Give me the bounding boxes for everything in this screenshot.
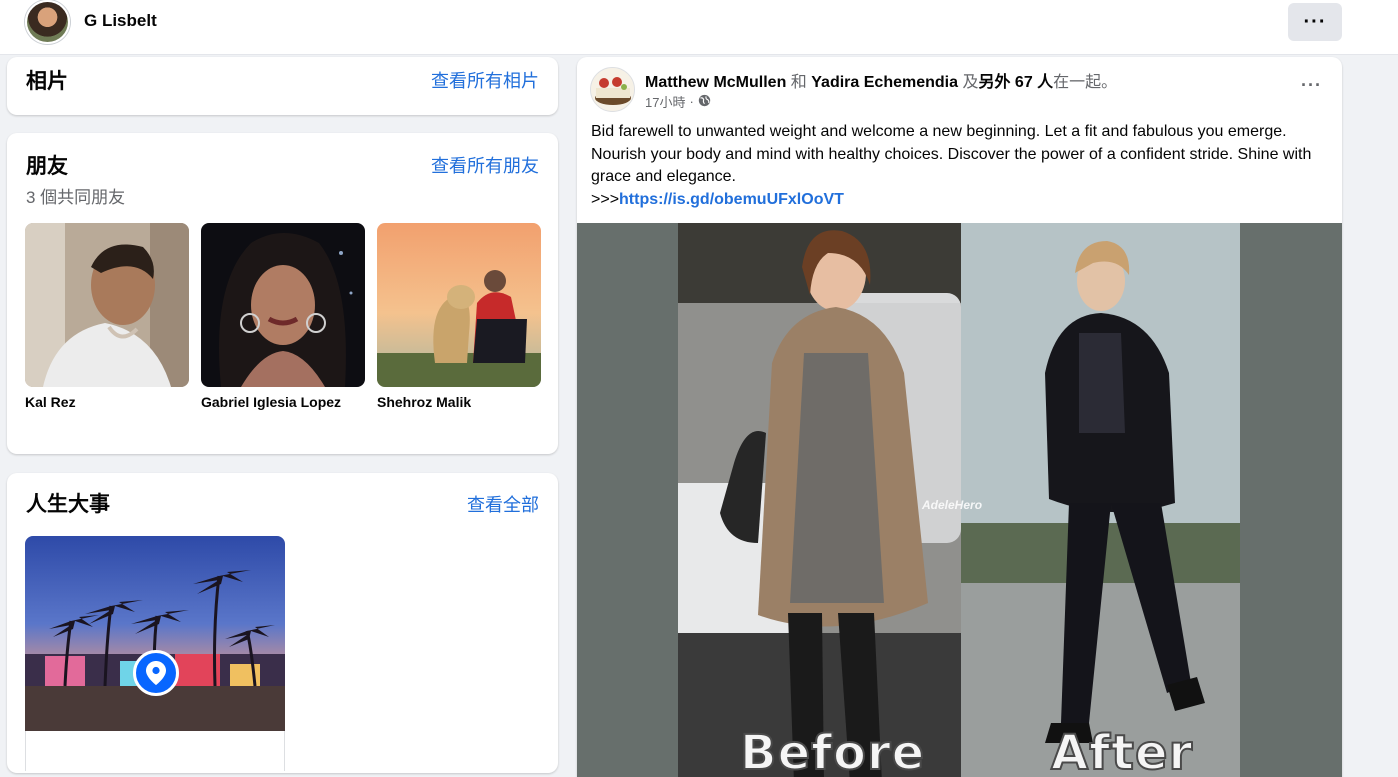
post-image[interactable]: Before After AdeleHero [577,223,1342,777]
post-link[interactable]: https://is.gd/obemuUFxlOoVT [619,191,844,208]
see-all-life-events-link[interactable]: 查看全部 [467,491,539,517]
friend-item[interactable]: Kal Rez [25,223,189,410]
friend-item[interactable]: Gabriel Iglesia Lopez [201,223,365,410]
life-events-title: 人生大事 [26,493,110,516]
post-author-name[interactable]: Matthew McMullen [645,74,786,91]
friend-photo-gabriel [201,223,365,387]
friend-name[interactable]: Shehroz Malik [377,394,541,410]
mutual-friends-count: 3 個共同朋友 [26,188,126,207]
photos-card: 相片 查看所有相片 [7,57,558,115]
profile-name[interactable]: G Lisbelt [84,11,157,31]
before-photo: Before [678,223,961,777]
link-prefix: >>> [591,190,620,208]
after-label: After [1050,724,1194,777]
globe-icon[interactable] [698,94,711,110]
friend-photo[interactable] [377,223,541,387]
location-pin-icon [133,650,179,696]
life-events-card: 人生大事 查看全部 [7,473,558,773]
post-header-suffix: 在一起。 [1053,74,1118,91]
post-header: Matthew McMullen 和 Yadira Echemendia 及另外… [645,68,1117,92]
post-others-link[interactable]: 另外 67 人 [978,74,1053,91]
life-event-photo[interactable] [25,536,285,731]
more-options-button[interactable]: ··· [1288,3,1342,41]
post-body: Bid farewell to unwanted weight and welc… [591,121,1331,211]
friend-photo-shehroz [377,223,541,387]
before-label: Before [739,724,926,777]
profile-avatar[interactable] [25,0,70,44]
after-photo: After [961,223,1240,777]
post-more-options-button[interactable]: ··· [1301,75,1322,96]
meta-separator: · [689,94,694,109]
life-event-caption-area [25,731,285,771]
friend-name[interactable]: Gabriel Iglesia Lopez [201,394,365,410]
cake-avatar-image [591,68,634,111]
life-event-palm-image [25,536,285,731]
friends-card: 朋友 查看所有朋友 3 個共同朋友 Kal Rez Gabriel Iglesi… [7,133,558,454]
profile-top-bar: G Lisbelt ··· [0,0,1398,55]
post-timestamp[interactable]: 17小時 [645,92,685,111]
friend-photo-kal-rez [25,223,189,387]
see-all-friends-link[interactable]: 查看所有朋友 [431,152,539,178]
friends-title: 朋友 [26,155,68,178]
image-watermark: AdeleHero [922,498,983,512]
post-meta: 17小時 · [645,92,711,111]
post-and-conj: 及 [962,74,979,91]
friend-name[interactable]: Kal Rez [25,394,189,410]
post-text: Bid farewell to unwanted weight and welc… [591,123,1312,185]
photos-title: 相片 [26,70,68,93]
post-author-avatar[interactable] [590,67,635,112]
friend-photo[interactable] [25,223,189,387]
feed-post: Matthew McMullen 和 Yadira Echemendia 及另外… [577,57,1342,777]
friend-photo[interactable] [201,223,365,387]
friend-item[interactable]: Shehroz Malik [377,223,541,410]
post-tagged-name[interactable]: Yadira Echemendia [811,74,958,91]
see-all-photos-link[interactable]: 查看所有相片 [431,67,539,93]
post-with-conj: 和 [790,74,807,91]
